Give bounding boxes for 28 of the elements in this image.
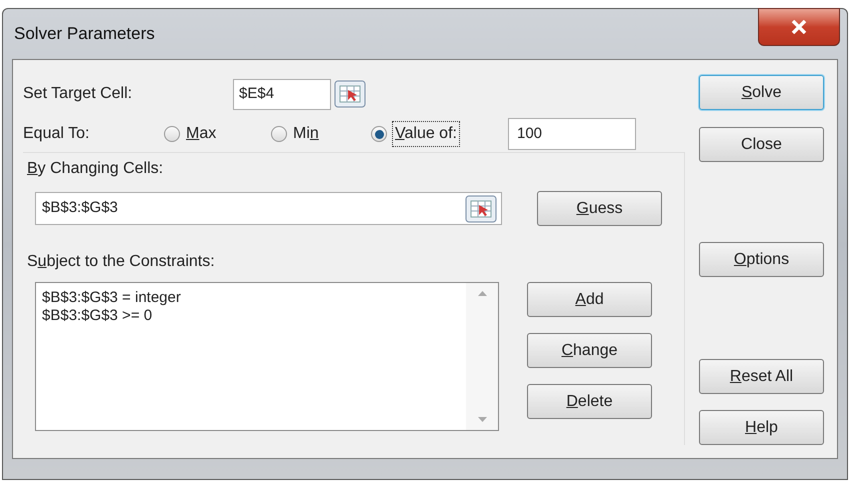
constraint-action-button[interactable]: Delete bbox=[527, 384, 652, 419]
window-title: Solver Parameters bbox=[13, 23, 155, 46]
constraint-item[interactable]: $B$3:$G$3 = integer bbox=[42, 289, 466, 307]
close-icon bbox=[791, 20, 807, 34]
constraints-list[interactable]: $B$3:$G$3 = integer $B$3:$G$3 >= 0 bbox=[35, 282, 499, 431]
radio-option[interactable]: Value of: bbox=[371, 122, 508, 146]
side-button[interactable]: Close bbox=[699, 127, 824, 162]
side-button[interactable]: Solve bbox=[699, 75, 824, 110]
equal-to-label: Equal To: bbox=[23, 124, 90, 144]
value-field[interactable]: 100 bbox=[508, 118, 636, 150]
constraint-item[interactable]: $B$3:$G$3 >= 0 bbox=[42, 307, 466, 325]
side-button[interactable]: Help bbox=[699, 410, 824, 445]
range-picker-icon[interactable] bbox=[465, 194, 497, 222]
field-value: $B$3:$G$3 bbox=[42, 198, 118, 218]
target-cell-label: Set Target Cell: bbox=[23, 84, 134, 104]
side-button[interactable]: Reset All bbox=[699, 359, 824, 394]
target-cell-field[interactable]: $E$4 bbox=[233, 78, 331, 110]
guess-button[interactable]: Guess bbox=[537, 191, 662, 226]
constraint-action-button[interactable]: Add bbox=[527, 282, 652, 317]
range-picker-icon[interactable] bbox=[334, 80, 366, 108]
radio-option[interactable]: Min bbox=[271, 122, 371, 146]
changing-cells-label: By Changing Cells: bbox=[27, 159, 164, 179]
radio-option[interactable]: Max bbox=[164, 122, 271, 146]
close-button[interactable] bbox=[758, 8, 840, 46]
constraints-label: Subject to the Constraints: bbox=[27, 252, 216, 272]
changing-cells-field[interactable]: $B$3:$G$3 bbox=[35, 192, 502, 225]
side-button[interactable]: Options bbox=[699, 242, 824, 277]
constraint-action-button[interactable]: Change bbox=[527, 333, 652, 368]
